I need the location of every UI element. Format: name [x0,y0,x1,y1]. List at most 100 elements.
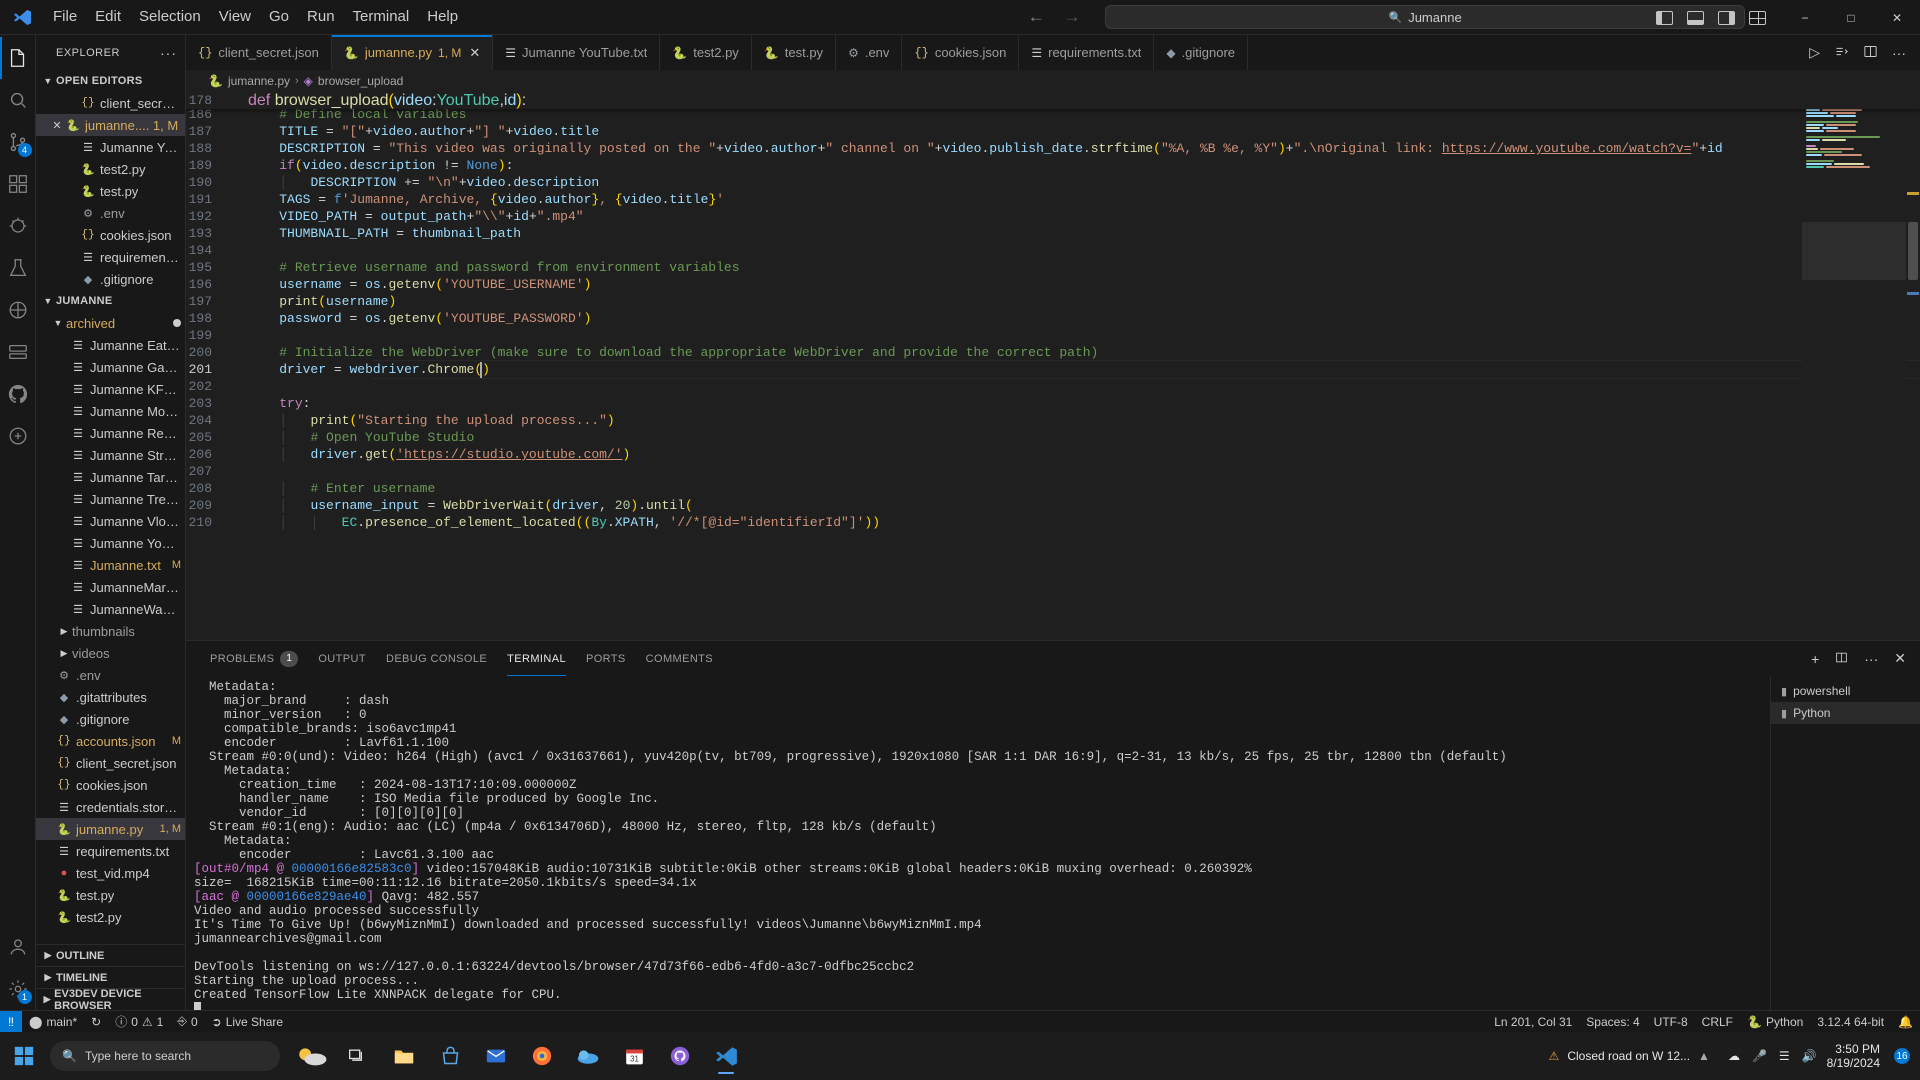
back-arrow-icon[interactable]: ← [1027,7,1045,27]
maximize-button[interactable]: □ [1828,0,1874,35]
file-explorer-icon[interactable] [384,1036,424,1076]
store-icon[interactable] [430,1036,470,1076]
news-widget[interactable]: ⚠ Closed road on W 12... ▲ [1541,1049,1718,1063]
open-editor-row[interactable]: ◆ .gitignore [36,268,185,290]
cloud-icon[interactable] [568,1036,608,1076]
file-row[interactable]: ☰ Jumanne Vlogs.txt [36,510,185,532]
sidebar-item-search[interactable] [0,79,36,121]
tab-jumanne-py[interactable]: 🐍 jumanne.py 1, M ✕ [331,35,494,70]
github-desktop-icon[interactable] [660,1036,700,1076]
open-editor-row[interactable]: ✕ 🐍 jumanne.... 1, M [36,114,185,136]
sidebar-item-live-share[interactable] [0,415,36,457]
file-row[interactable]: ☰ Jumanne.txt M [36,554,185,576]
file-row[interactable]: ☰ credentials.storage [36,796,185,818]
toggle-primary-sidebar-icon[interactable] [1656,10,1673,25]
eol-setting[interactable]: CRLF [1695,1011,1740,1033]
sticky-scroll-line[interactable]: 178 def browser_upload(video:YouTube,id)… [186,92,1920,109]
live-share-status[interactable]: ➲ Live Share [205,1011,290,1033]
file-row[interactable]: {} cookies.json [36,774,185,796]
file-row[interactable]: ☰ Jumanne KFC.txt [36,378,185,400]
open-editors-section-header[interactable]: ▼ OPEN EDITORS [36,70,185,92]
tab-comments[interactable]: COMMENTS [636,641,723,676]
weather-widget[interactable] [292,1036,332,1076]
accounts-button[interactable] [0,926,36,968]
language-mode[interactable]: 🐍 Python [1740,1011,1810,1033]
toggle-panel-icon[interactable] [1687,10,1704,25]
explorer-more-actions-icon[interactable]: ··· [160,45,177,61]
menu-run[interactable]: Run [298,5,344,29]
problems-status[interactable]: ⓘ 0 ⚠ 1 [108,1011,170,1033]
forward-arrow-icon[interactable]: → [1063,7,1081,27]
calendar-icon[interactable]: 31 [614,1036,654,1076]
manage-settings-button[interactable]: 1 [0,968,36,1010]
tab-gitignore[interactable]: ◆ .gitignore [1154,35,1249,70]
menu-view[interactable]: View [210,5,260,29]
indentation-setting[interactable]: Spaces: 4 [1579,1011,1646,1033]
mail-icon[interactable] [476,1036,516,1076]
file-row[interactable]: ☰ Jumanne Reactions.t... [36,422,185,444]
menu-edit[interactable]: Edit [86,5,130,29]
file-row[interactable]: ☰ Jumanne Monologu... [36,400,185,422]
folder-row-archived[interactable]: ▼ archived [36,312,185,334]
file-row[interactable]: ☰ JumanneMart.txt [36,576,185,598]
editor-vertical-scrollbar[interactable] [1906,92,1920,640]
minimap-slider[interactable] [1802,222,1906,280]
microphone-icon[interactable]: 🎤 [1752,1049,1767,1063]
onedrive-tray-icon[interactable]: ☁ [1728,1049,1740,1063]
python-interpreter[interactable]: 3.12.4 64-bit [1810,1011,1891,1033]
tab-cookies-json[interactable]: {} cookies.json [902,35,1020,70]
network-icon[interactable]: ☰ [1779,1049,1790,1063]
section-ev3dev-device-browser[interactable]: ▶ EV3DEV DEVICE BROWSER [36,988,185,1012]
ports-status[interactable]: ⎆ 0 [170,1011,204,1033]
sidebar-item-testing[interactable] [0,247,36,289]
tab-output[interactable]: OUTPUT [308,641,376,676]
tab-env[interactable]: ⚙ .env [836,35,903,70]
sidebar-item-extensions[interactable] [0,163,36,205]
new-terminal-icon[interactable]: + [1811,651,1819,667]
open-editor-row[interactable]: ☰ requirements.txt [36,246,185,268]
notifications-bell-icon[interactable]: 🔔 [1891,1011,1920,1033]
menu-file[interactable]: File [44,5,86,29]
close-button[interactable]: ✕ [1874,0,1920,35]
open-editor-row[interactable]: 🐍 test2.py [36,158,185,180]
file-row[interactable]: 🐍 test.py [36,884,185,906]
file-row-jumanne-py[interactable]: 🐍 jumanne.py 1, M [36,818,185,840]
taskbar-search[interactable]: 🔍 Type here to search [50,1041,280,1071]
file-row[interactable]: ☰ Jumanne YouTube.txt [36,532,185,554]
tab-client-secret-json[interactable]: {} client_secret.json [186,35,332,70]
menu-help[interactable]: Help [418,5,467,29]
encoding-setting[interactable]: UTF-8 [1647,1011,1695,1033]
open-editor-row[interactable]: ⚙ .env [36,202,185,224]
terminal-list-item-python[interactable]: ▮ Python [1771,702,1920,724]
clock[interactable]: 3:50 PM 8/19/2024 [1827,1042,1884,1070]
folder-row-thumbnails[interactable]: ▶ thumbnails [36,620,185,642]
terminal-output[interactable]: Metadata: major_brand : dash minor_versi… [186,676,1770,1010]
file-row[interactable]: ☰ Jumanne Target.txt [36,466,185,488]
breadcrumb-symbol[interactable]: browser_upload [318,74,403,88]
file-row[interactable]: ⚙ .env [36,664,185,686]
menu-terminal[interactable]: Terminal [344,5,419,29]
command-center-search[interactable]: 🔍 Jumanne [1105,5,1746,29]
sidebar-item-run-and-debug[interactable] [0,205,36,247]
close-icon[interactable]: ✕ [469,45,480,61]
tab-jumanne-youtube-txt[interactable]: ☰ Jumanne YouTube.txt [493,35,661,70]
open-editor-row[interactable]: {} client_secret.json [36,92,185,114]
folder-row-videos[interactable]: ▶ videos [36,642,185,664]
branch-status[interactable]: ⬤ main* [22,1011,84,1033]
file-row[interactable]: ● test_vid.mp4 [36,862,185,884]
terminal-list-item-powershell[interactable]: ▮ powershell [1771,680,1920,702]
firefox-icon[interactable] [522,1036,562,1076]
section-timeline[interactable]: ▶ TIMELINE [36,966,185,988]
tab-problems[interactable]: PROBLEMS 1 [200,641,308,676]
notification-center[interactable]: 16 [1894,1048,1910,1065]
sidebar-item-remote-explorer[interactable] [0,331,36,373]
tab-test-py[interactable]: 🐍 test.py [751,35,837,70]
sidebar-item-source-control[interactable]: 4 [0,121,36,163]
scrollbar-thumb[interactable] [1908,222,1918,280]
minimap[interactable] [1802,92,1906,640]
tab-terminal[interactable]: TERMINAL [497,641,576,676]
cursor-position[interactable]: Ln 201, Col 31 [1487,1011,1579,1033]
split-terminal-icon[interactable] [1835,651,1848,667]
file-row[interactable]: {} accounts.json M [36,730,185,752]
run-python-file-icon[interactable]: ▷ [1809,44,1820,61]
